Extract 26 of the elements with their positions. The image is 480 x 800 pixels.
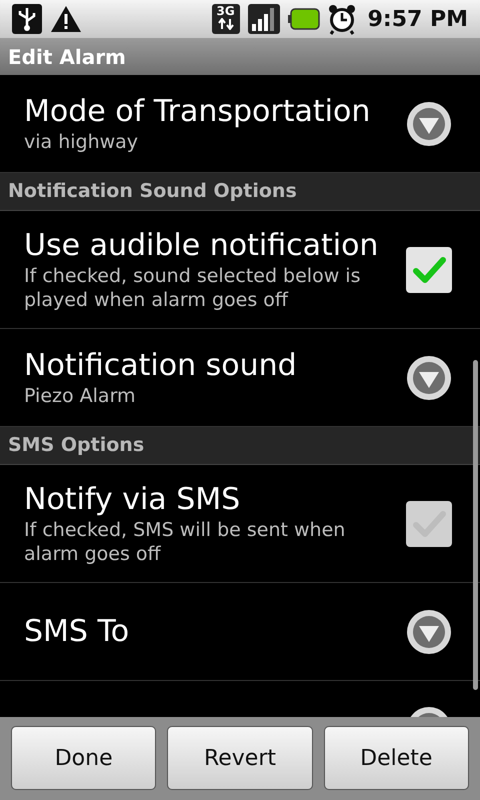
setting-title: Notification sound	[24, 348, 297, 384]
setting-summary: via highway	[24, 130, 140, 154]
setting-row[interactable]: Use audible notification If checked, sound selected below is played when alarm goes off	[0, 211, 480, 329]
network-type-icon: 3G	[212, 4, 240, 34]
up-down-arrows-icon	[218, 18, 234, 30]
checkbox[interactable]	[406, 246, 452, 292]
section-header: SMS Options	[0, 427, 480, 465]
setting-title: Use audible notification	[24, 228, 380, 264]
setting-title: Mode of Transportation	[24, 94, 370, 130]
setting-summary: If checked, SMS will be sent when alarm goes off	[24, 518, 346, 566]
signal-icon	[248, 4, 280, 34]
usb-icon	[12, 4, 42, 34]
setting-summary: If checked, sound selected below is played when alarm goes off	[24, 264, 362, 312]
action-button[interactable]: Delete	[324, 726, 469, 790]
setting-title: SMS To	[24, 614, 130, 650]
checkbox[interactable]	[406, 500, 452, 546]
alarm-clock-icon	[328, 3, 356, 35]
setting-summary: Piezo Alarm	[24, 384, 137, 408]
setting-title: Notify via SMS	[24, 482, 242, 518]
clock-time: 9:57 PM	[368, 6, 468, 34]
warning-icon	[50, 4, 82, 34]
action-button[interactable]: Revert	[167, 726, 313, 790]
action-button[interactable]: Done	[11, 726, 156, 790]
window-title: Edit Alarm	[8, 44, 126, 70]
section-header: Notification Sound Options	[0, 173, 480, 211]
battery-icon	[288, 8, 320, 30]
